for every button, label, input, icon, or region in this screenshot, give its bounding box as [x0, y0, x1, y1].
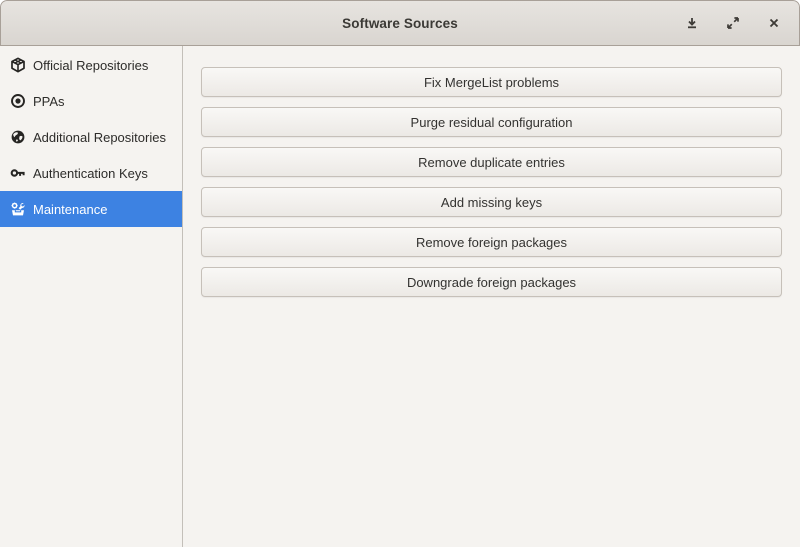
- maximize-button[interactable]: [721, 11, 745, 35]
- window-title: Software Sources: [342, 15, 458, 31]
- sidebar-item-label: Authentication Keys: [33, 165, 148, 181]
- package-icon: [10, 57, 26, 73]
- globe-icon: [10, 129, 26, 145]
- minimize-button[interactable]: [680, 11, 704, 35]
- minimize-icon: [685, 16, 699, 30]
- titlebar: Software Sources: [0, 0, 800, 46]
- sidebar-item-label: Maintenance: [33, 201, 108, 217]
- close-button[interactable]: [762, 11, 786, 35]
- fix-mergelist-problems-button[interactable]: Fix MergeList problems: [201, 67, 782, 97]
- software-sources-window: Software Sources Official Repositories P…: [0, 0, 800, 547]
- remove-foreign-packages-button[interactable]: Remove foreign packages: [201, 227, 782, 257]
- sidebar-item-authentication-keys[interactable]: Authentication Keys: [0, 155, 182, 191]
- sidebar-item-label: Additional Repositories: [33, 129, 166, 145]
- maintenance-panel: Fix MergeList problems Purge residual co…: [183, 46, 800, 547]
- remove-duplicate-entries-button[interactable]: Remove duplicate entries: [201, 147, 782, 177]
- add-missing-keys-button[interactable]: Add missing keys: [201, 187, 782, 217]
- purge-residual-configuration-button[interactable]: Purge residual configuration: [201, 107, 782, 137]
- maximize-icon: [726, 16, 740, 30]
- key-icon: [10, 165, 26, 181]
- sidebar-item-official-repositories[interactable]: Official Repositories: [0, 47, 182, 83]
- sidebar-item-label: Official Repositories: [33, 57, 149, 73]
- sidebar: Official Repositories PPAs Additional Re…: [0, 46, 183, 547]
- sidebar-item-maintenance[interactable]: Maintenance: [0, 191, 182, 227]
- downgrade-foreign-packages-button[interactable]: Downgrade foreign packages: [201, 267, 782, 297]
- window-controls: [680, 1, 786, 45]
- close-icon: [768, 17, 780, 29]
- target-icon: [10, 93, 26, 109]
- app-body: Official Repositories PPAs Additional Re…: [0, 46, 800, 547]
- sidebar-item-ppas[interactable]: PPAs: [0, 83, 182, 119]
- sidebar-item-label: PPAs: [33, 93, 65, 109]
- sidebar-item-additional-repositories[interactable]: Additional Repositories: [0, 119, 182, 155]
- toolbox-icon: [10, 201, 26, 217]
